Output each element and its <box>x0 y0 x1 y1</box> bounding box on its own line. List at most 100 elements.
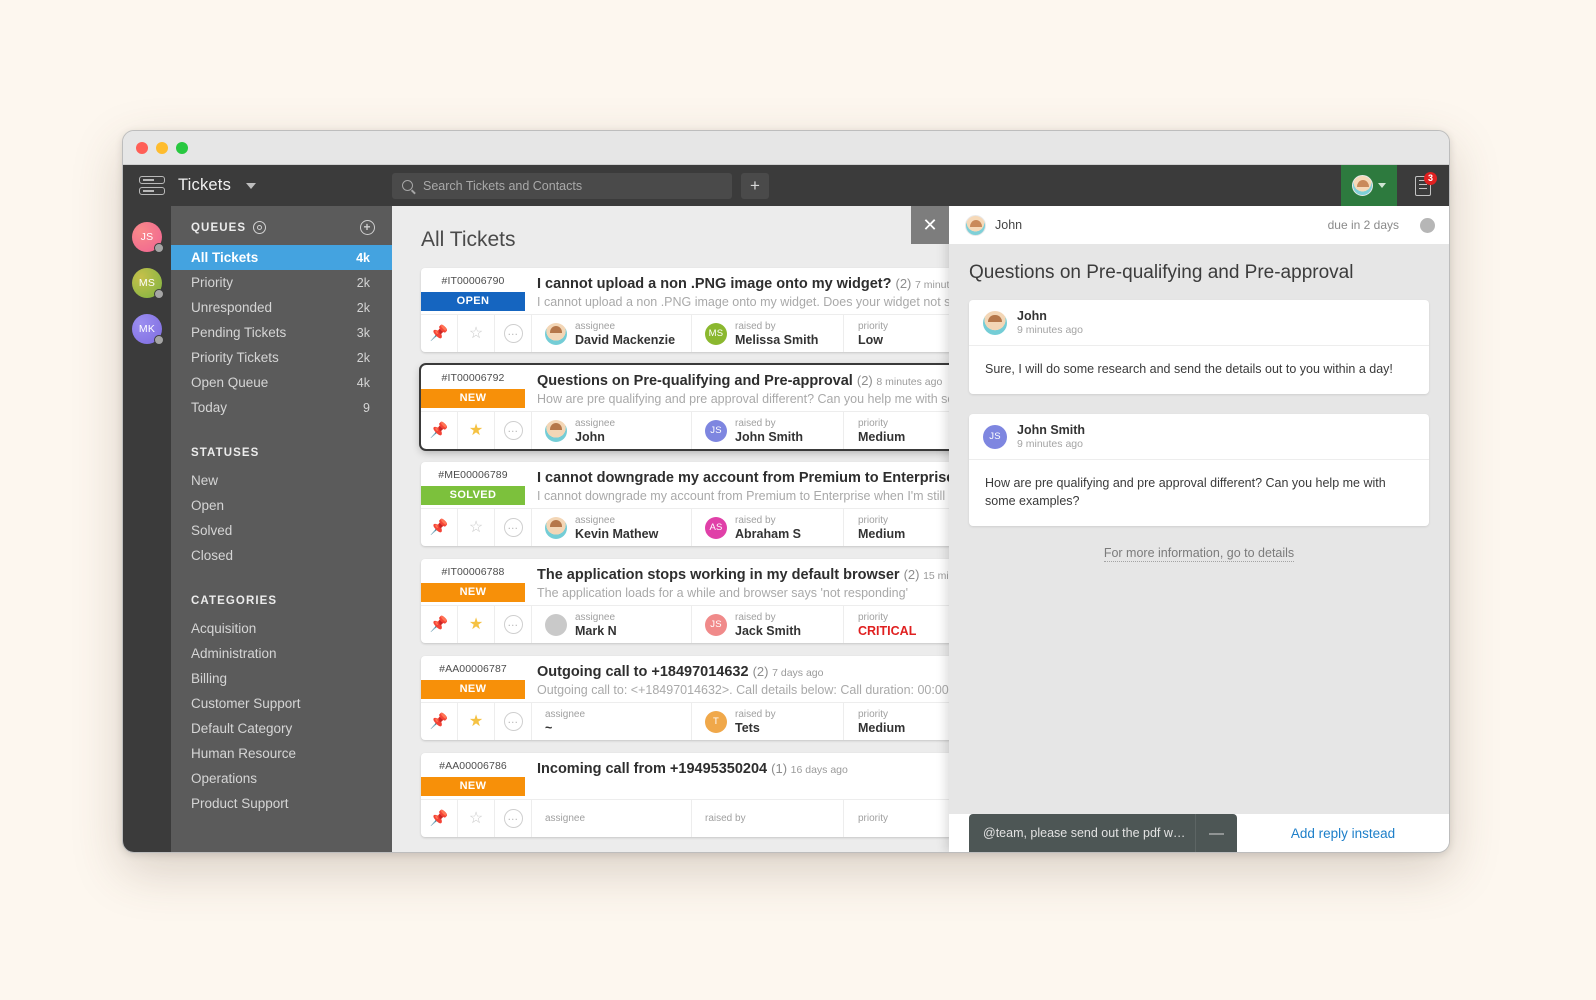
window-close-button[interactable] <box>136 141 148 154</box>
sidebar-item-priority[interactable]: Priority 2k <box>171 270 392 295</box>
status-item-solved[interactable]: Solved <box>171 518 392 543</box>
assignee-text: assignee John <box>575 418 615 444</box>
priority-field[interactable]: priority Medium <box>844 703 954 740</box>
raised-by-field[interactable]: AS raised by Abraham S <box>692 509 844 546</box>
message-time: 9 minutes ago <box>1017 324 1083 336</box>
assignee-field[interactable]: assignee David Mackenzie <box>532 315 692 352</box>
priority-field[interactable]: priority Low <box>844 315 954 352</box>
more-options-button[interactable]: … <box>495 315 532 352</box>
message-header: JS John Smith 9 minutes ago <box>969 414 1429 461</box>
raised-by-text: raised by John Smith <box>735 418 803 444</box>
assignee-field[interactable]: assignee John <box>532 412 692 449</box>
pin-button[interactable]: 📌 <box>421 800 458 837</box>
star-button[interactable]: ★ <box>458 703 495 740</box>
category-item-human-resource[interactable]: Human Resource <box>171 741 392 766</box>
nav-item-label: Operations <box>191 771 258 786</box>
add-ticket-button[interactable]: + <box>741 172 769 199</box>
brand-area[interactable]: Tickets <box>123 165 392 206</box>
raised-by-field[interactable]: raised by <box>692 800 844 837</box>
sidebar-item-pending-tickets[interactable]: Pending Tickets 3k <box>171 320 392 345</box>
reply-count: (2) <box>752 664 773 679</box>
category-item-customer-support[interactable]: Customer Support <box>171 691 392 716</box>
assignee-field[interactable]: assignee ~ <box>532 703 692 740</box>
star-button[interactable]: ☆ <box>458 315 495 352</box>
priority-field[interactable]: priority CRITICAL <box>844 606 954 643</box>
priority-field[interactable]: priority <box>844 800 954 837</box>
pin-button[interactable]: 📌 <box>421 315 458 352</box>
category-item-billing[interactable]: Billing <box>171 666 392 691</box>
category-item-acquisition[interactable]: Acquisition <box>171 616 392 641</box>
raised-by-text: raised by Tets <box>735 709 776 735</box>
gear-icon[interactable] <box>253 221 267 234</box>
nav-item-label: Acquisition <box>191 621 257 636</box>
status-item-closed[interactable]: Closed <box>171 543 392 568</box>
star-button[interactable]: ★ <box>458 606 495 643</box>
raised-by-field[interactable]: Traised by Tets <box>692 703 844 740</box>
add-reply-instead-button[interactable]: Add reply instead <box>1237 814 1449 852</box>
raised-by-field[interactable]: JS raised by John Smith <box>692 412 844 449</box>
assignee-field[interactable]: assignee Mark N <box>532 606 692 643</box>
plus-circle-icon[interactable]: + <box>360 220 375 235</box>
star-icon: ★ <box>468 421 484 439</box>
rail-avatar-js[interactable]: JS <box>132 222 164 253</box>
more-info-link[interactable]: For more information, go to details <box>1103 546 1295 563</box>
assignee-field[interactable]: assignee <box>532 800 692 837</box>
raised-by-field[interactable]: JS raised by Jack Smith <box>692 606 844 643</box>
sidebar-item-today[interactable]: Today 9 <box>171 395 392 420</box>
search-box[interactable] <box>392 172 732 199</box>
category-item-administration[interactable]: Administration <box>171 641 392 666</box>
sidebar-item-all-tickets[interactable]: All Tickets 4k <box>171 245 392 270</box>
pin-button[interactable]: 📌 <box>421 412 458 449</box>
ticket-detail-panel: John due in 2 days Questions on Pre-qual… <box>949 206 1449 852</box>
more-options-button[interactable]: … <box>495 800 532 837</box>
assignee-text: assignee Kevin Mathew <box>575 515 658 541</box>
notifications-button[interactable]: 3 <box>1397 165 1449 206</box>
search-input[interactable] <box>423 178 722 193</box>
more-options-button[interactable]: … <box>495 703 532 740</box>
status-toggle-icon[interactable] <box>1420 217 1435 233</box>
rail-avatar-ms[interactable]: MS <box>132 268 164 299</box>
raised-by-field[interactable]: MS raised by Melissa Smith <box>692 315 844 352</box>
pin-button[interactable]: 📌 <box>421 703 458 740</box>
raised-by-text: raised by <box>705 813 746 825</box>
window-minimize-button[interactable] <box>156 141 168 154</box>
draft-note-bar[interactable]: @team, please send out the pdf w… — <box>969 814 1237 852</box>
close-panel-button[interactable]: ✕ <box>911 206 949 244</box>
category-item-default-category[interactable]: Default Category <box>171 716 392 741</box>
assignee-value: John <box>575 429 605 444</box>
sidebar-item-unresponded[interactable]: Unresponded 2k <box>171 295 392 320</box>
star-button[interactable]: ☆ <box>458 509 495 546</box>
user-menu-button[interactable] <box>1341 165 1397 206</box>
ellipsis-icon: … <box>503 421 523 440</box>
pin-button[interactable]: 📌 <box>421 509 458 546</box>
chevron-down-icon[interactable] <box>1378 183 1386 188</box>
chevron-down-icon[interactable] <box>246 182 257 189</box>
more-options-button[interactable]: … <box>495 509 532 546</box>
category-item-product-support[interactable]: Product Support <box>171 791 392 816</box>
raised-by-label: raised by <box>735 611 776 623</box>
more-options-button[interactable]: … <box>495 606 532 643</box>
nav-item-label: Unresponded <box>191 300 273 315</box>
rail-avatar-mk[interactable]: MK <box>132 314 164 345</box>
sidebar-item-priority-tickets[interactable]: Priority Tickets 2k <box>171 345 392 370</box>
window-maximize-button[interactable] <box>176 141 188 154</box>
nav-item-label: Product Support <box>191 796 289 811</box>
status-badge: NEW <box>421 583 525 602</box>
sidebar-item-open-queue[interactable]: Open Queue 4k <box>171 370 392 395</box>
nav-item-count: 4k <box>356 250 370 265</box>
status-item-new[interactable]: New <box>171 468 392 493</box>
assignee-field[interactable]: assignee Kevin Mathew <box>532 509 692 546</box>
message-author: John <box>1017 309 1047 323</box>
star-button[interactable]: ★ <box>458 412 495 449</box>
priority-value: Medium <box>858 429 906 444</box>
more-options-button[interactable]: … <box>495 412 532 449</box>
reply-count: (1) <box>771 761 791 776</box>
category-item-operations[interactable]: Operations <box>171 766 392 791</box>
pin-button[interactable]: 📌 <box>421 606 458 643</box>
minimize-icon[interactable]: — <box>1195 814 1237 852</box>
priority-field[interactable]: priority Medium <box>844 509 954 546</box>
star-button[interactable]: ☆ <box>458 800 495 837</box>
status-item-open[interactable]: Open <box>171 493 392 518</box>
nav-item-label: Priority Tickets <box>191 350 279 365</box>
priority-field[interactable]: priority Medium <box>844 412 954 449</box>
